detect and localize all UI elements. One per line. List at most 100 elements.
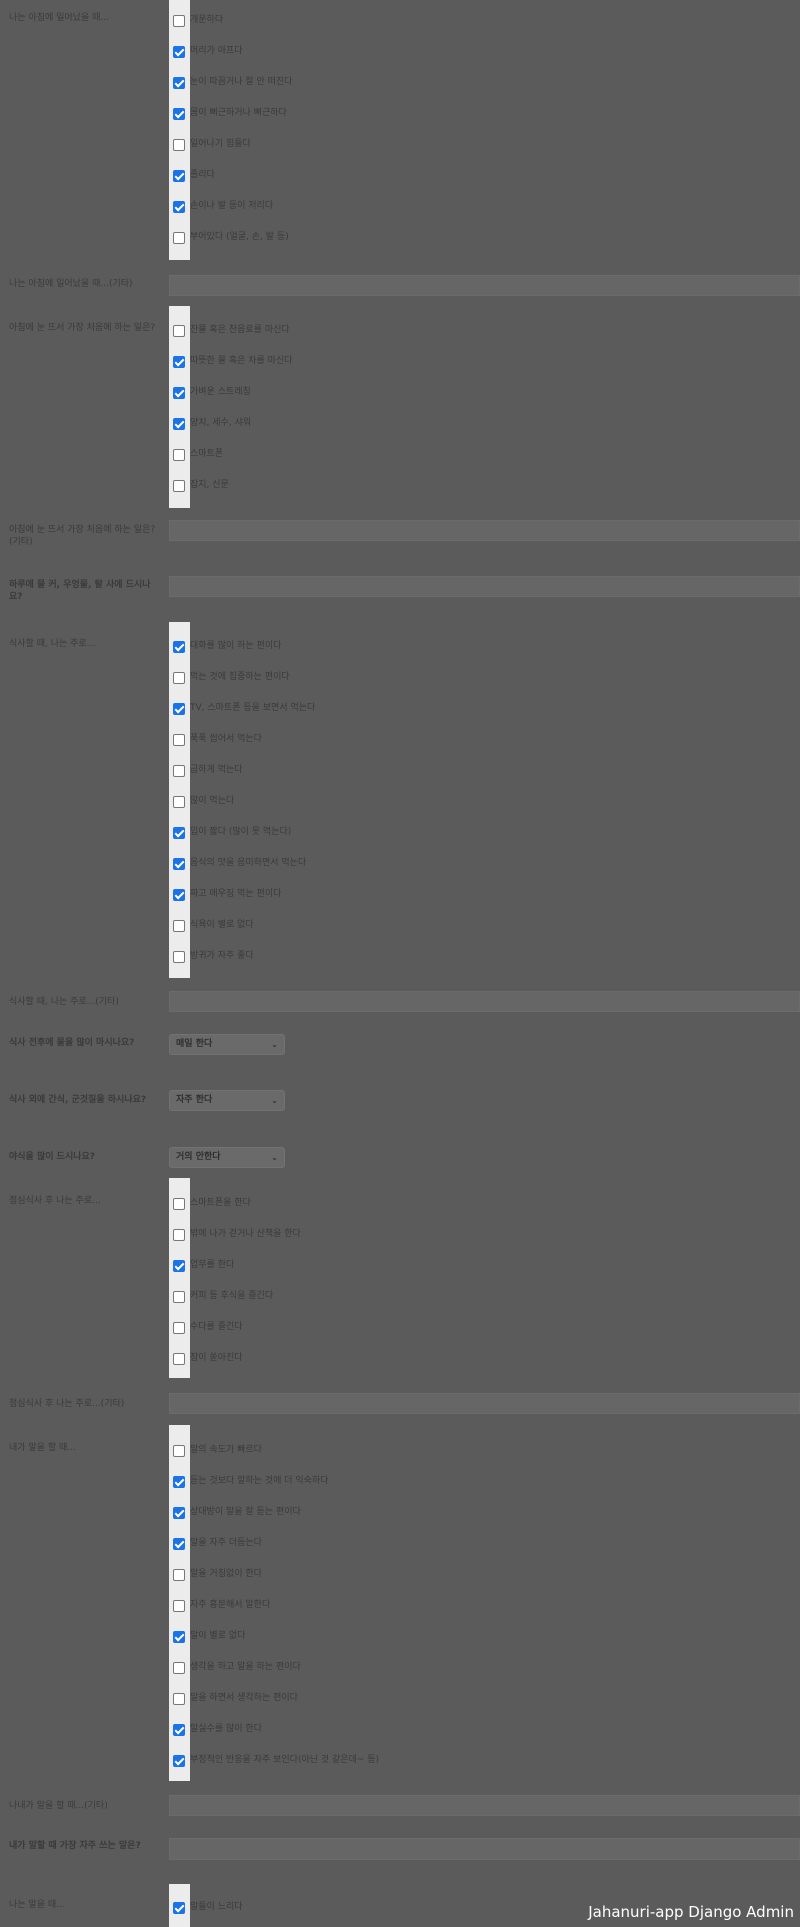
- wake1-other-input[interactable]: [169, 275, 800, 296]
- q-water-select[interactable]: 매일 한다 ⌄: [169, 1034, 285, 1055]
- checkbox[interactable]: [173, 1600, 185, 1612]
- checkbox[interactable]: [173, 480, 185, 492]
- morning-first-label: 아침에 눈 뜨서 가장 처음에 하는 일은?: [9, 323, 156, 333]
- checkbox-option-label: 입이 짧다 (많이 못 먹는다): [190, 827, 292, 837]
- checkbox[interactable]: [173, 1476, 185, 1488]
- checkbox-option-label: 개운하다: [190, 15, 224, 25]
- meal-other-label: 식사할 때, 나는 주로...(기타): [9, 997, 119, 1007]
- checkbox-option-label: 졸리다: [190, 170, 215, 180]
- checkbox[interactable]: [173, 1322, 185, 1334]
- checkbox[interactable]: [173, 858, 185, 870]
- checkbox-option-label: 짜고 매우징 먹는 편이다: [190, 889, 282, 899]
- checkbox[interactable]: [173, 1538, 185, 1550]
- checkbox[interactable]: [173, 15, 185, 27]
- wake1-other-label: 나는 아침에 일어났을 때...(기타): [9, 279, 133, 289]
- meal-label: 식사할 때, 나는 주로...: [9, 639, 96, 649]
- q-alcohol-select[interactable]: 거의 안한다 ⌄: [169, 1147, 285, 1168]
- speaking-often-input[interactable]: [169, 1838, 800, 1860]
- checkbox[interactable]: [173, 827, 185, 839]
- checkbox[interactable]: [173, 46, 185, 58]
- checkbox[interactable]: [173, 387, 185, 399]
- checkbox-option-label: 먹는 것에 집중하는 편이다: [190, 672, 290, 682]
- checkbox[interactable]: [173, 170, 185, 182]
- wake1-label: 나는 아침에 일어났을 때...: [9, 13, 109, 23]
- meal-other-input[interactable]: [169, 991, 800, 1012]
- checkbox-option-label: 잠이 쏟아진다: [190, 1353, 243, 1363]
- checkbox[interactable]: [173, 672, 185, 684]
- checkbox[interactable]: [173, 1229, 185, 1241]
- checkbox[interactable]: [173, 765, 185, 777]
- checkbox-option-label: 식욕이 별로 없다: [190, 920, 254, 930]
- checkbox-option-label: 말의 속도가 빠르다: [190, 1445, 262, 1455]
- checkbox-option-label: 급하게 먹는다: [190, 765, 243, 775]
- water-habit-input[interactable]: [169, 576, 800, 597]
- chevron-down-icon: ⌄: [271, 1096, 278, 1105]
- checkbox[interactable]: [173, 1291, 185, 1303]
- speaking-other-input[interactable]: [169, 1795, 800, 1816]
- checkbox[interactable]: [173, 920, 185, 932]
- q-snack-select[interactable]: 자주 한다 ⌄: [169, 1090, 285, 1111]
- checkbox[interactable]: [173, 1445, 185, 1457]
- checkbox[interactable]: [173, 1724, 185, 1736]
- checkbox-option-label: TV, 스마트폰 등을 보면서 먹는다: [190, 703, 316, 713]
- q-snack-label: 식사 외에 간식, 군것질을 하시나요?: [9, 1095, 147, 1105]
- speaking-checkbox-group: [169, 1425, 190, 1781]
- checkbox[interactable]: [173, 1662, 185, 1674]
- checkbox-option-label: 손이나 발 등이 저리다: [190, 201, 274, 211]
- checkbox-option-label: 부어있다 (얼굴, 손, 발 등): [190, 232, 289, 242]
- after-lunch-checkbox-group: [169, 1178, 190, 1378]
- checkbox-option-label: 말을 거침없이 한다: [190, 1569, 262, 1579]
- checkbox-option-label: 양치, 세수, 샤워: [190, 418, 252, 428]
- checkbox[interactable]: [173, 139, 185, 151]
- checkbox[interactable]: [173, 1353, 185, 1365]
- meal-checkbox-group: [169, 622, 190, 978]
- checkbox[interactable]: [173, 1569, 185, 1581]
- listening-checkbox-group: [169, 1884, 190, 1927]
- checkbox-option-label: 잡지, 신문: [190, 480, 229, 490]
- select-value: 거의 안한다: [176, 1152, 221, 1162]
- checkbox-option-label: 생각을 하고 말을 하는 편이다: [190, 1662, 301, 1672]
- checkbox[interactable]: [173, 703, 185, 715]
- checkbox-option-label: 스마트폰: [190, 449, 224, 459]
- checkbox[interactable]: [173, 1693, 185, 1705]
- checkbox[interactable]: [173, 889, 185, 901]
- checkbox-option-label: 말을 하면서 생각하는 편이다: [190, 1693, 298, 1703]
- checkbox[interactable]: [173, 1631, 185, 1643]
- after-lunch-label: 점심식사 후 나는 주로...: [9, 1196, 101, 1206]
- checkbox[interactable]: [173, 232, 185, 244]
- checkbox-option-label: 눈이 따끔거나 잘 안 떠진다: [190, 77, 293, 87]
- checkbox[interactable]: [173, 325, 185, 337]
- checkbox[interactable]: [173, 1902, 185, 1914]
- checkbox-option-label: 대화를 많이 하는 편이다: [190, 641, 282, 651]
- checkbox-option-label: 푹푹 씹어서 먹는다: [190, 734, 262, 744]
- checkbox[interactable]: [173, 418, 185, 430]
- checkbox-option-label: 커피 등 후식을 즐긴다: [190, 1291, 274, 1301]
- checkbox-option-label: 음식의 맛을 음미하면서 먹는다: [190, 858, 307, 868]
- checkbox-option-label: 따뜻한 물 혹은 차를 마신다: [190, 356, 293, 366]
- wake1-checkbox-group: [169, 0, 190, 260]
- checkbox[interactable]: [173, 201, 185, 213]
- checkbox-option-label: 가벼운 스트레칭: [190, 387, 251, 397]
- checkbox[interactable]: [173, 108, 185, 120]
- checkbox-option-label: 머리가 아프다: [190, 46, 243, 56]
- select-value: 자주 한다: [176, 1095, 213, 1105]
- checkbox[interactable]: [173, 734, 185, 746]
- checkbox[interactable]: [173, 951, 185, 963]
- checkbox-option-label: 말실수를 많이 한다: [190, 1724, 262, 1734]
- morning-first-other-input[interactable]: [169, 520, 800, 541]
- checkbox[interactable]: [173, 1507, 185, 1519]
- speaking-often-label: 내가 말할 때 가장 자주 쓰는 말은?: [9, 1841, 141, 1851]
- after-lunch-other-input[interactable]: [169, 1393, 800, 1414]
- checkbox[interactable]: [173, 1198, 185, 1210]
- checkbox[interactable]: [173, 641, 185, 653]
- checkbox-option-label: 듣는 것보다 말하는 것에 더 익숙하다: [190, 1476, 329, 1486]
- checkbox[interactable]: [173, 1755, 185, 1767]
- checkbox-option-label: 스마트폰을 한다: [190, 1198, 251, 1208]
- checkbox[interactable]: [173, 449, 185, 461]
- checkbox[interactable]: [173, 796, 185, 808]
- checkbox[interactable]: [173, 1260, 185, 1272]
- checkbox[interactable]: [173, 77, 185, 89]
- checkbox[interactable]: [173, 356, 185, 368]
- chevron-down-icon: ⌄: [271, 1153, 278, 1162]
- morning-first-checkbox-group: [169, 306, 190, 508]
